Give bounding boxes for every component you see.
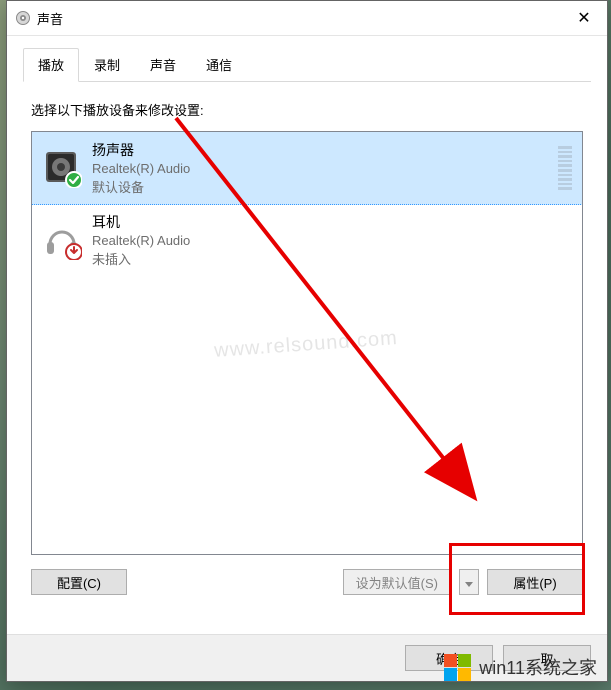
tabstrip: 播放 录制 声音 通信 <box>23 48 591 82</box>
device-row[interactable]: 扬声器 Realtek(R) Audio 默认设备 <box>31 131 583 205</box>
chevron-down-icon <box>465 582 473 587</box>
device-info: 耳机 Realtek(R) Audio 未插入 <box>92 212 572 268</box>
configure-button[interactable]: 配置(C) <box>31 569 127 595</box>
dialog-title: 声音 <box>37 9 561 28</box>
brand-badge: win11系统之家 <box>433 644 611 690</box>
sound-dialog-icon <box>15 10 31 26</box>
dialog-body: 播放 录制 声音 通信 选择以下播放设备来修改设置: <box>7 36 607 613</box>
instruction-text: 选择以下播放设备来修改设置: <box>31 100 583 119</box>
device-row[interactable]: 耳机 Realtek(R) Audio 未插入 <box>32 204 582 276</box>
set-default-button[interactable]: 设为默认值(S) <box>343 569 451 595</box>
device-buttons-row: 配置(C) 设为默认值(S) 属性(P) <box>31 569 583 595</box>
close-button[interactable]: ✕ <box>561 1 607 35</box>
device-info: 扬声器 Realtek(R) Audio 默认设备 <box>92 140 550 196</box>
volume-meter <box>558 146 572 190</box>
device-driver: Realtek(R) Audio <box>92 233 572 248</box>
device-name: 扬声器 <box>92 140 550 160</box>
tab-recording[interactable]: 录制 <box>79 48 135 81</box>
device-driver: Realtek(R) Audio <box>92 161 550 176</box>
tab-playback[interactable]: 播放 <box>23 48 79 82</box>
properties-button[interactable]: 属性(P) <box>487 569 583 595</box>
tab-playback-pane: 选择以下播放设备来修改设置: 扬声器 <box>23 82 591 603</box>
titlebar: 声音 ✕ <box>7 1 607 36</box>
tab-sounds[interactable]: 声音 <box>135 48 191 81</box>
device-status: 默认设备 <box>92 177 550 196</box>
windows-logo-icon <box>443 653 471 681</box>
sound-dialog: 声音 ✕ 播放 录制 声音 通信 选择以下播放设备来修改设置: <box>6 0 608 682</box>
device-list[interactable]: 扬声器 Realtek(R) Audio 默认设备 <box>31 131 583 555</box>
set-default-dropdown[interactable] <box>459 569 479 595</box>
headphones-icon <box>42 220 82 260</box>
close-icon: ✕ <box>577 8 590 28</box>
tab-communications[interactable]: 通信 <box>191 48 247 81</box>
speaker-icon <box>42 148 82 188</box>
device-status: 未插入 <box>92 249 572 268</box>
device-name: 耳机 <box>92 212 572 232</box>
brand-text: win11系统之家 <box>479 654 597 680</box>
